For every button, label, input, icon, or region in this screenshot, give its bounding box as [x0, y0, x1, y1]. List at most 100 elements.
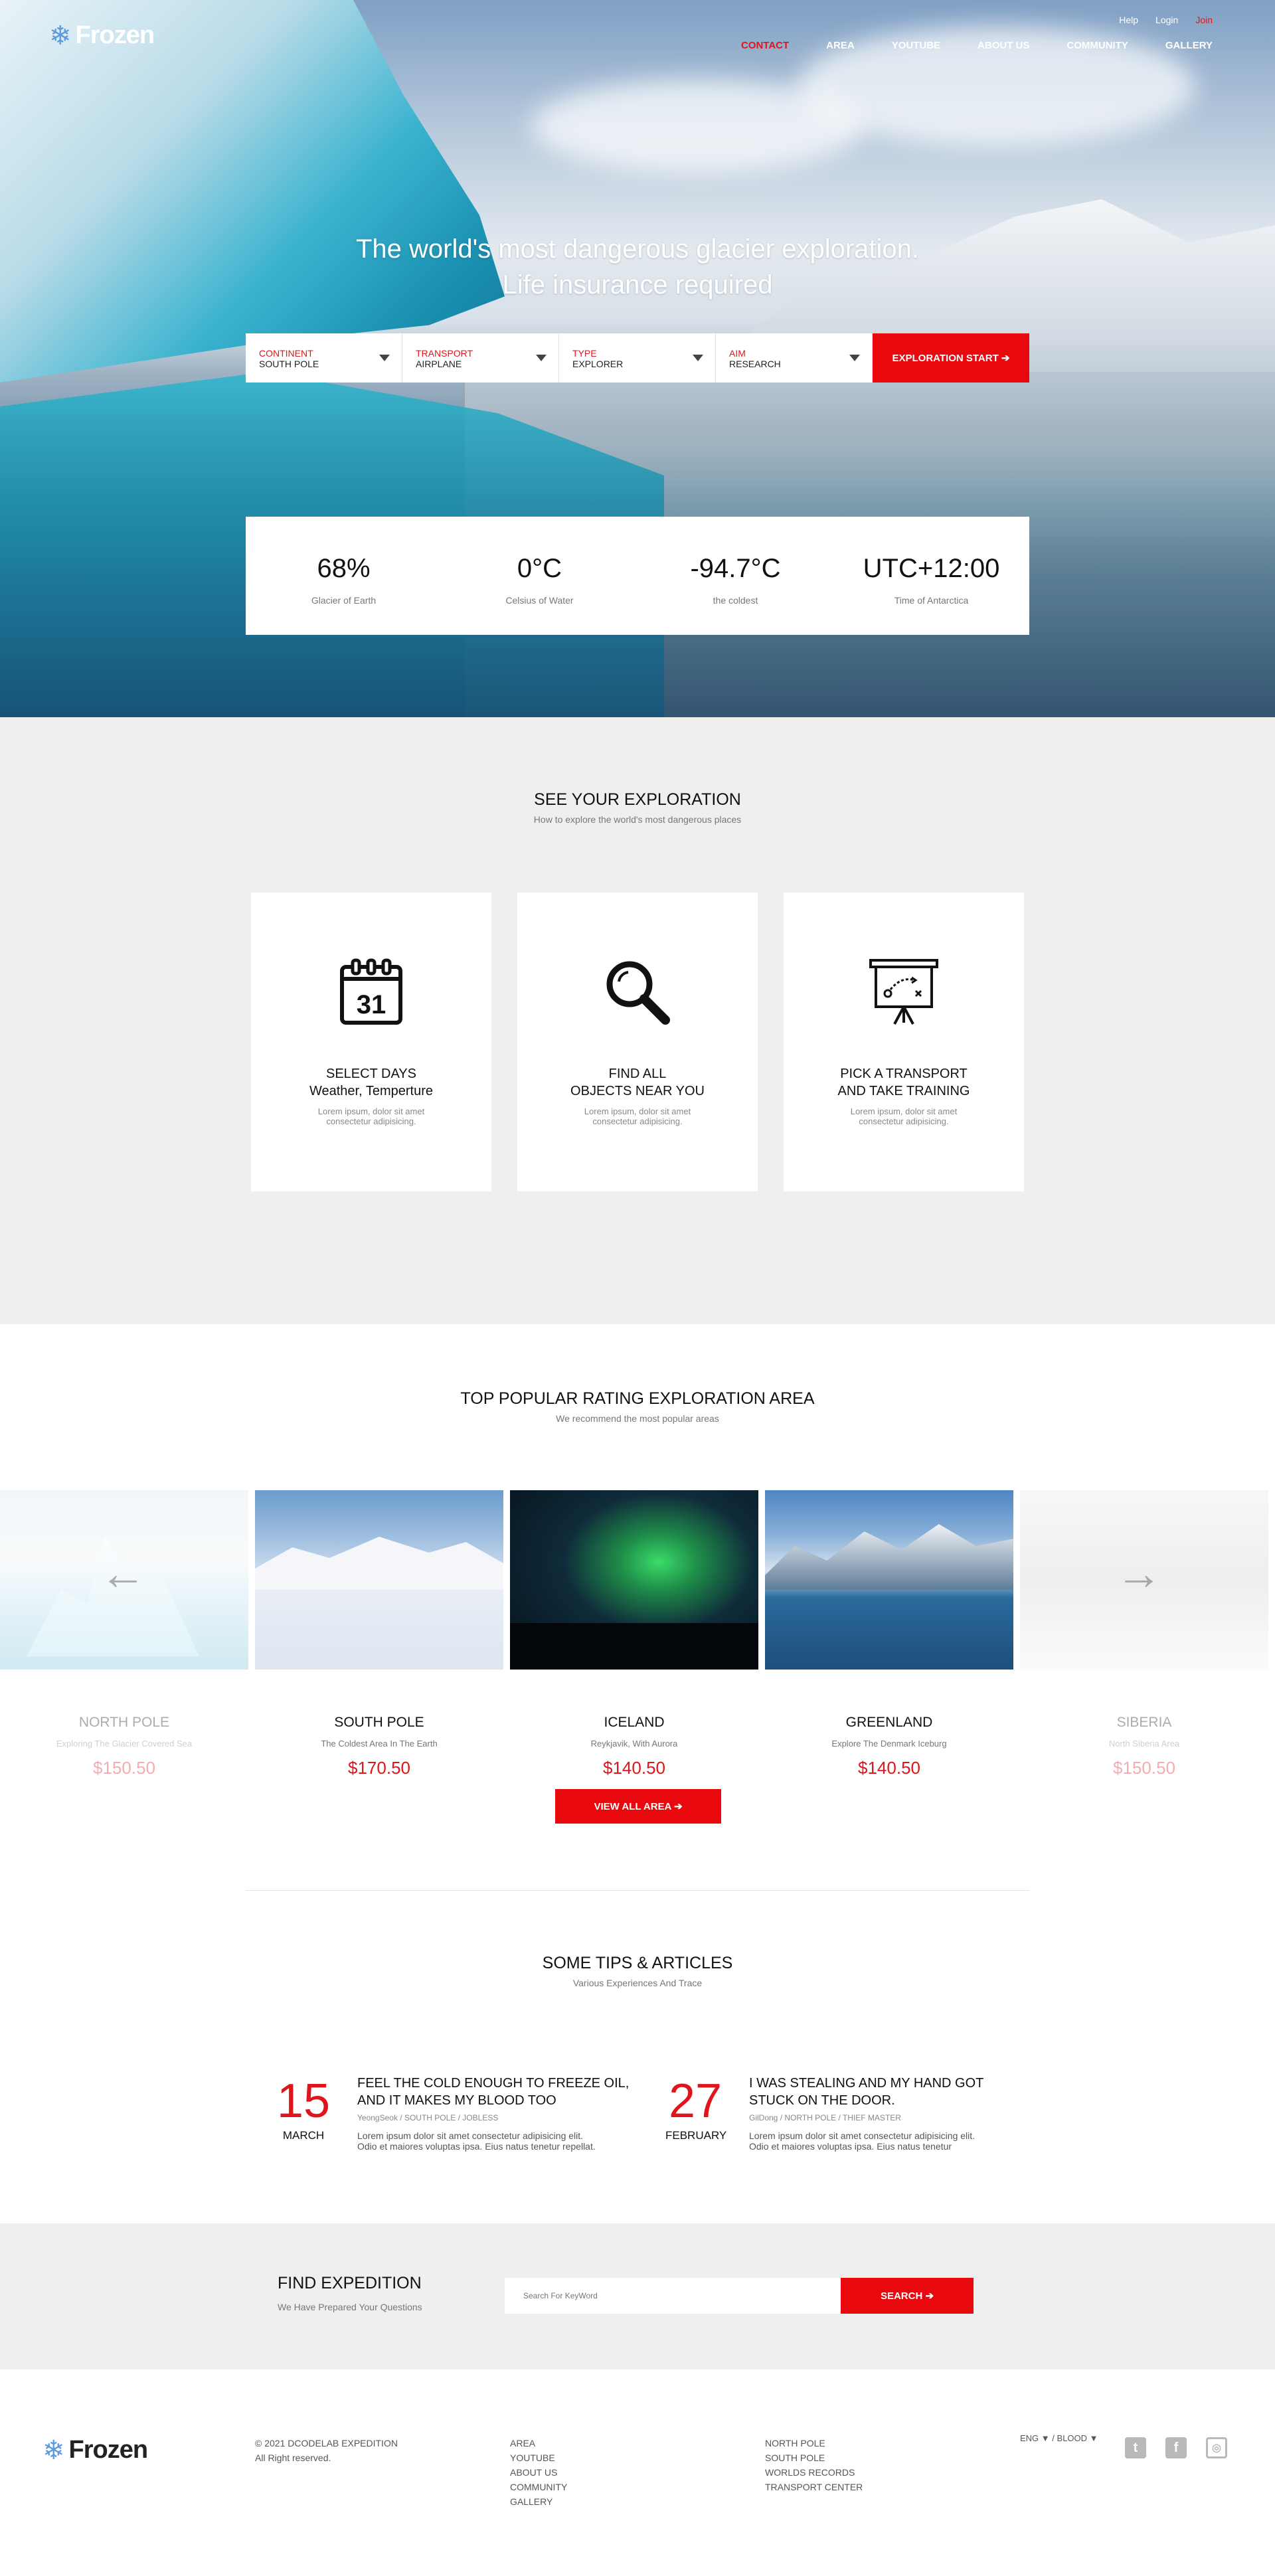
stats-panel: 68% Glacier of Earth 0°C Celsius of Wate… [246, 517, 1029, 635]
area-card-siberia[interactable]: SIBERIA North Siberia Area $150.50 [1020, 1490, 1268, 1778]
footer-link[interactable]: COMMUNITY [510, 2480, 567, 2494]
stat-value: -94.7°C [690, 554, 781, 583]
footer-link[interactable]: ABOUT US [510, 2465, 567, 2480]
card-desc-line2: consectetur adipisicing. [326, 1116, 416, 1126]
article-title: I WAS STEALING AND MY HAND GOT STUCK ON … [749, 2075, 1028, 2109]
nav-youtube[interactable]: YOUTUBE [892, 40, 940, 51]
language-value: ENG [1020, 2433, 1039, 2443]
stat-caption: Celsius of Water [505, 595, 574, 606]
footer-link[interactable]: AREA [510, 2436, 567, 2450]
stat-value: 68% [317, 554, 371, 583]
login-link[interactable]: Login [1155, 15, 1178, 25]
article-day: 27 [668, 2075, 722, 2128]
instagram-icon[interactable]: ◎ [1206, 2437, 1227, 2458]
article-title: FEEL THE COLD ENOUGH TO FREEZE OIL, AND … [357, 2075, 636, 2109]
arrow-left-icon[interactable]: ← [100, 1550, 146, 1596]
area-price: $170.50 [348, 1758, 410, 1778]
footer-link[interactable]: GALLERY [510, 2494, 567, 2509]
article-body: Lorem ipsum dolor sit amet consectetur a… [357, 2130, 643, 2152]
aim-select[interactable]: AIM RESEARCH [716, 333, 873, 383]
section-title: SOME TIPS & ARTICLES [542, 1954, 733, 1972]
article-title-line1: I WAS STEALING AND MY HAND GOT [749, 2076, 984, 2091]
area-card-iceland[interactable]: ICELAND Reykjavik, With Aurora $140.50 [510, 1490, 758, 1778]
logo[interactable]: ❄ Frozen [49, 21, 155, 50]
article-month: FEBRUARY [665, 2129, 727, 2142]
stat-value: UTC+12:00 [863, 554, 1000, 583]
continent-select[interactable]: CONTINENT SOUTH POLE [246, 333, 402, 383]
separator: / [1052, 2433, 1057, 2443]
card-desc-line2: consectetur adipisicing. [592, 1116, 683, 1126]
card-find-objects: FIND ALL OBJECTS NEAR YOU Lorem ipsum, d… [517, 893, 758, 1191]
area-desc: Reykjavik, With Aurora [590, 1739, 678, 1749]
stat-water: 0°C Celsius of Water [442, 517, 638, 635]
footer-link[interactable]: TRANSPORT CENTER [765, 2480, 863, 2494]
twitter-icon[interactable]: t [1125, 2437, 1146, 2458]
area-name: GREENLAND [845, 1715, 933, 1730]
area-desc: Exploring The Glacier Covered Sea [56, 1739, 193, 1749]
nav-about-us[interactable]: ABOUT US [978, 40, 1029, 51]
view-all-area-button[interactable]: VIEW ALL AREA ➔ [555, 1789, 721, 1824]
card-select-days: 31 SELECT DAYS Weather, Temperture Lorem… [251, 893, 491, 1191]
hero-title: The world's most dangerous glacier explo… [0, 231, 1275, 303]
stat-time: UTC+12:00 Time of Antarctica [833, 517, 1029, 635]
article-meta: YeongSeok / SOUTH POLE / JOBLESS [357, 2113, 499, 2122]
type-select[interactable]: TYPE EXPLORER [559, 333, 716, 383]
card-pick-transport: PICK A TRANSPORT AND TAKE TRAINING Lorem… [784, 893, 1024, 1191]
nav-area[interactable]: AREA [826, 40, 855, 51]
join-link[interactable]: Join [1195, 15, 1213, 25]
card-title-line1: PICK A TRANSPORT [840, 1067, 968, 1081]
card-desc-line1: Lorem ipsum, dolor sit amet [317, 1106, 425, 1116]
card-desc: Lorem ipsum, dolor sit amet consectetur … [784, 1106, 1024, 1126]
area-desc: North Siberia Area [1108, 1739, 1180, 1749]
article-title-line2: STUCK ON THE DOOR. [749, 2093, 895, 2108]
help-link[interactable]: Help [1119, 15, 1138, 25]
section-subtitle: Various Experiences And Trace [572, 1978, 703, 1988]
snowflake-icon: ❄ [49, 21, 72, 50]
footer-link[interactable]: SOUTH POLE [765, 2450, 863, 2465]
card-desc-line1: Lorem ipsum, dolor sit amet [850, 1106, 958, 1116]
footer-link[interactable]: NORTH POLE [765, 2436, 863, 2450]
footer-link[interactable]: WORLDS RECORDS [765, 2465, 863, 2480]
footer-links-col1: AREA YOUTUBE ABOUT US COMMUNITY GALLERY [510, 2436, 567, 2509]
arrow-right-icon[interactable]: → [1116, 1550, 1162, 1596]
search-input[interactable] [505, 2278, 841, 2314]
footer-link[interactable]: YOUTUBE [510, 2450, 567, 2465]
shore-shape [510, 1623, 758, 1670]
nav-gallery[interactable]: GALLERY [1165, 40, 1213, 51]
transport-select[interactable]: TRANSPORT AIRPLANE [402, 333, 559, 383]
stat-value: 0°C [517, 554, 562, 583]
area-card-north-pole[interactable]: NORTH POLE Exploring The Glacier Covered… [0, 1490, 248, 1778]
footer-links-col2: NORTH POLE SOUTH POLE WORLDS RECORDS TRA… [765, 2436, 863, 2494]
hero-title-line2: Life insurance required [502, 270, 773, 300]
card-title-line1: SELECT DAYS [326, 1067, 416, 1081]
area-card-greenland[interactable]: GREENLAND Explore The Denmark Iceburg $1… [765, 1490, 1013, 1778]
article-meta: GilDong / NORTH POLE / THIEF MASTER [749, 2113, 901, 2122]
snowflake-icon: ❄ [42, 2435, 65, 2465]
area-image [765, 1490, 1013, 1670]
article-body-line2: Odio et maiores voluptas ipsa. Eius natu… [749, 2141, 952, 2152]
article-month: MARCH [282, 2129, 325, 2142]
nav-contact[interactable]: CONTACT [741, 40, 789, 51]
theme-select[interactable]: BLOOD ▼ [1057, 2433, 1098, 2443]
card-desc-line2: consectetur adipisicing. [859, 1116, 949, 1126]
card-title: FIND ALL OBJECTS NEAR YOU [517, 1065, 758, 1100]
presentation-board-icon [869, 959, 938, 1025]
exploration-start-button[interactable]: EXPLORATION START ➔ [873, 333, 1029, 383]
main-nav: CONTACT AREA YOUTUBE ABOUT US COMMUNITY … [741, 40, 1213, 51]
area-card-south-pole[interactable]: SOUTH POLE The Coldest Area In The Earth… [255, 1490, 503, 1778]
search-button[interactable]: SEARCH ➔ [841, 2278, 974, 2314]
copyright-line1: © 2021 DCODELAB EXPEDITION [255, 2438, 398, 2448]
language-select[interactable]: ENG ▼ [1020, 2433, 1050, 2443]
copyright-line2: All Right reserved. [255, 2452, 331, 2463]
area-price: $150.50 [1113, 1758, 1175, 1778]
caret-down-icon [693, 355, 703, 361]
footer-logo[interactable]: ❄ Frozen [42, 2435, 148, 2465]
card-title-line2: AND TAKE TRAINING [837, 1084, 970, 1098]
mountain-shape [765, 1524, 1013, 1590]
nav-community[interactable]: COMMUNITY [1066, 40, 1128, 51]
facebook-icon[interactable]: f [1165, 2437, 1187, 2458]
article-day: 15 [276, 2075, 331, 2128]
caret-down-icon: ▼ [1041, 2433, 1050, 2443]
article-body: Lorem ipsum dolor sit amet consectetur a… [749, 2130, 1035, 2152]
area-image [510, 1490, 758, 1670]
